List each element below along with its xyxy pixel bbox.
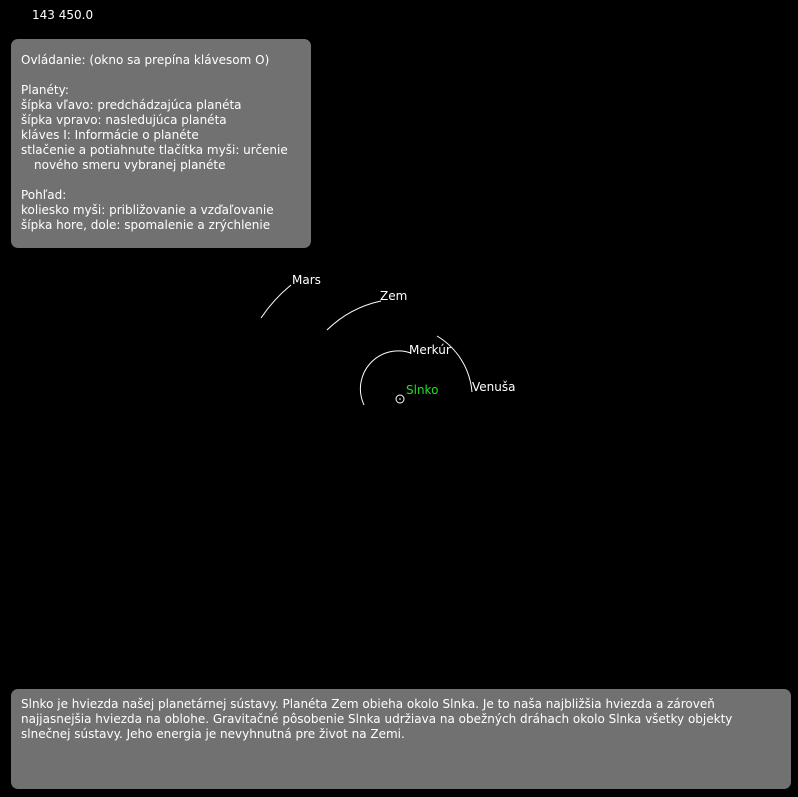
sun-label[interactable]: Slnko xyxy=(406,383,438,397)
planets-help-item: kláves I: Informácie o planéte xyxy=(21,128,199,142)
sun-center-dot xyxy=(399,398,401,400)
mars-orbit-trail xyxy=(260,284,292,319)
planet-info-panel: Slnko je hviezda našej planetárnej sústa… xyxy=(11,689,791,789)
planet-info-text: Slnko je hviezda našej planetárnej sústa… xyxy=(21,697,733,741)
view-help-item: šípka hore, dole: spomalenie a zrýchleni… xyxy=(21,218,271,232)
controls-help-panel: Ovládanie: (okno sa prepína klávesom O) … xyxy=(11,39,311,248)
planets-heading: Planéty: xyxy=(21,83,69,97)
planets-help-item: šípka vpravo: nasledujúca planéta xyxy=(21,113,227,127)
mercury-label[interactable]: Merkúr xyxy=(409,343,451,357)
planets-help-item: nového smeru vybranej planéte xyxy=(34,158,226,172)
earth-orbit-trail xyxy=(326,300,382,331)
planets-help-item: šípka vľavo: predchádzajúca planéta xyxy=(21,98,242,112)
mars-label[interactable]: Mars xyxy=(292,273,321,287)
view-help-item: koliesko myši: približovanie a vzďaľovan… xyxy=(21,203,274,217)
planets-help-item: stlačenie a potiahnute tlačítka myši: ur… xyxy=(21,143,288,157)
controls-title: Ovládanie: (okno sa prepína klávesom O) xyxy=(21,53,270,67)
earth-label[interactable]: Zem xyxy=(380,289,407,303)
venus-label[interactable]: Venuša xyxy=(472,380,515,394)
view-heading: Pohľad: xyxy=(21,188,67,202)
